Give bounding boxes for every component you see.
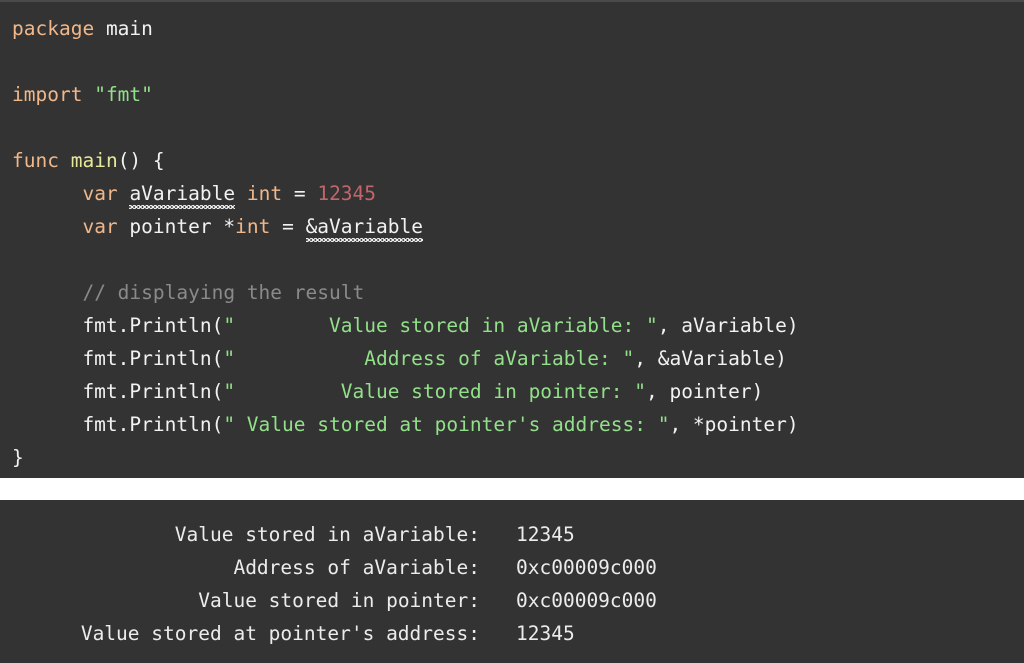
- code-line[interactable]: [12, 111, 1024, 144]
- code-token: , *pointer): [669, 413, 799, 436]
- code-token: =: [270, 215, 306, 238]
- code-token: import: [12, 83, 83, 106]
- code-token: , pointer): [645, 380, 764, 403]
- code-token: var: [82, 215, 118, 238]
- code-token: fmt.Println(: [12, 314, 224, 337]
- output-row: Value stored in pointer: 0xc00009c000: [0, 584, 657, 617]
- output-row-value: 12345: [516, 622, 575, 645]
- code-token: func: [12, 149, 59, 172]
- code-line[interactable]: }: [12, 441, 1024, 474]
- code-token: " Value stored in aVariable: ": [223, 314, 658, 337]
- code-token: main: [70, 149, 118, 172]
- output-row: Value stored in aVariable: 12345: [0, 518, 657, 551]
- code-line[interactable]: package main: [12, 12, 1024, 45]
- output-table-body: Value stored in aVariable: 12345 Address o…: [0, 518, 657, 650]
- code-editor-lines[interactable]: package main import "fmt" func main() { …: [12, 12, 1024, 474]
- code-line[interactable]: // displaying the result: [12, 276, 1024, 309]
- code-token: " Address of aVariable: ": [223, 347, 635, 370]
- code-token: int: [246, 182, 283, 205]
- code-line[interactable]: import "fmt": [12, 78, 1024, 111]
- output-table: Value stored in aVariable: 12345 Address o…: [0, 518, 657, 650]
- code-token: var: [82, 182, 118, 205]
- screenshot-root: package main import "fmt" func main() { …: [0, 0, 1024, 663]
- code-token: pointer *: [117, 215, 236, 238]
- output-row-label: Value stored in aVariable:: [174, 523, 480, 546]
- code-token: fmt.Println(: [12, 380, 224, 403]
- code-token: =: [282, 182, 318, 205]
- output-row-value: 0xc00009c000: [516, 556, 657, 579]
- code-token-spellcheck: aVariable: [129, 182, 236, 205]
- code-token: fmt.Println(: [12, 347, 224, 370]
- code-token: }: [12, 446, 24, 469]
- code-token: , aVariable): [657, 314, 799, 337]
- output-row: Value stored at pointer's address: 12345: [0, 617, 657, 650]
- code-token-spellcheck: &aVariable: [305, 215, 423, 238]
- code-token: "fmt": [94, 83, 153, 106]
- code-token: fmt.Println(: [12, 413, 224, 436]
- code-line[interactable]: [12, 45, 1024, 78]
- output-row-label: Value stored at pointer's address:: [80, 622, 480, 645]
- code-line[interactable]: func main() {: [12, 144, 1024, 177]
- code-line[interactable]: fmt.Println(" Address of aVariable: ", &…: [12, 342, 1024, 375]
- code-token: () {: [117, 149, 165, 172]
- output-row-value: 0xc00009c000: [516, 589, 657, 612]
- code-line[interactable]: var pointer *int = &aVariable: [12, 210, 1024, 243]
- code-token: 12345: [317, 182, 377, 205]
- panel-divider: [0, 478, 1024, 500]
- output-row-value: 12345: [516, 523, 575, 546]
- output-row-label: Value stored in pointer:: [198, 589, 480, 612]
- code-token: package: [12, 17, 95, 40]
- code-token: " Value stored at pointer's address: ": [223, 413, 670, 436]
- output-row-label: Address of aVariable:: [233, 556, 480, 579]
- code-line[interactable]: fmt.Println(" Value stored in aVariable:…: [12, 309, 1024, 342]
- code-editor-panel[interactable]: package main import "fmt" func main() { …: [0, 0, 1024, 478]
- code-token: int: [235, 215, 271, 238]
- code-token: , &aVariable): [634, 347, 787, 370]
- code-token: // displaying the result: [82, 281, 365, 304]
- output-row: Address of aVariable: 0xc00009c000: [0, 551, 657, 584]
- code-token: main: [105, 17, 153, 40]
- code-line[interactable]: fmt.Println(" Value stored in pointer: "…: [12, 375, 1024, 408]
- program-output-panel[interactable]: Value stored in aVariable: 12345 Address o…: [0, 500, 1024, 663]
- code-line[interactable]: [12, 243, 1024, 276]
- code-line[interactable]: fmt.Println(" Value stored at pointer's …: [12, 408, 1024, 441]
- code-token: " Value stored in pointer: ": [223, 380, 646, 403]
- code-line[interactable]: var aVariable int = 12345: [12, 177, 1024, 210]
